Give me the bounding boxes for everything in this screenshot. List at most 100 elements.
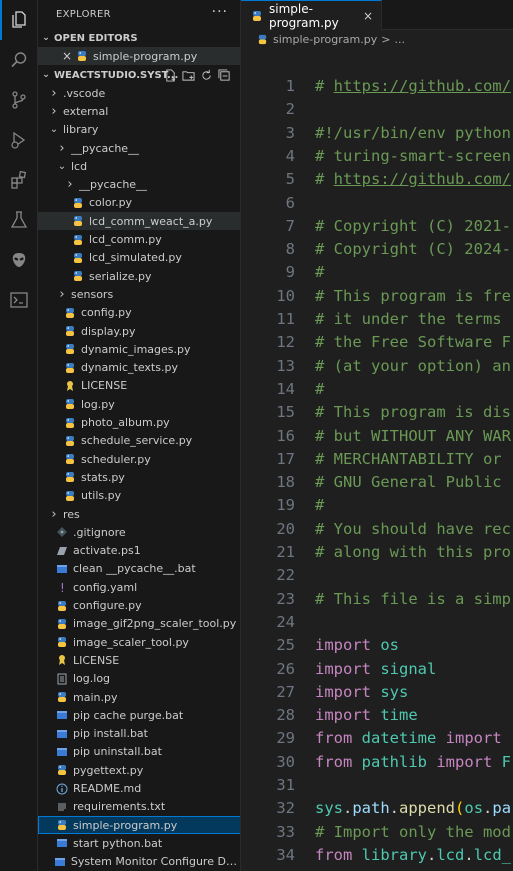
code-line: 12 # the Free Software F — [241, 331, 513, 354]
close-icon[interactable]: × — [62, 49, 76, 63]
powershell-icon — [56, 545, 68, 557]
tree-file[interactable]: log.py — [38, 395, 240, 413]
tree-file[interactable]: serialize.py — [38, 267, 240, 285]
extensions-icon[interactable] — [0, 160, 38, 200]
close-tab-icon[interactable]: × — [363, 9, 373, 23]
tree-file[interactable]: ! config.yaml — [38, 578, 240, 596]
tree-file[interactable]: clean __pycache__.bat — [38, 560, 240, 578]
tree-item-label: .gitignore — [73, 525, 126, 539]
tree-file[interactable]: LICENSE — [38, 377, 240, 395]
tree-file[interactable]: utils.py — [38, 487, 240, 505]
tree-file[interactable]: dynamic_texts.py — [38, 359, 240, 377]
chevron-down-icon: ⌄ — [42, 70, 50, 80]
refresh-icon[interactable] — [200, 69, 213, 82]
tree-file[interactable]: lcd_simulated.py — [38, 249, 240, 267]
tree-folder[interactable]: › external — [38, 102, 240, 120]
run-debug-icon[interactable] — [0, 120, 38, 160]
code-text: # This program is dis — [315, 401, 511, 424]
tree-folder[interactable]: › sensors — [38, 285, 240, 303]
tree-file[interactable]: pip uninstall.bat — [38, 743, 240, 761]
tree-file[interactable]: pygettext.py — [38, 761, 240, 779]
tree-file[interactable]: image_gif2png_scaler_tool.py — [38, 615, 240, 633]
open-editor-item[interactable]: × simple-program.py — [38, 47, 240, 66]
tree-file[interactable]: pip install.bat — [38, 725, 240, 743]
line-number: 32 — [276, 799, 295, 818]
tree-file[interactable]: color.py — [38, 194, 240, 212]
tree-file[interactable]: LICENSE — [38, 651, 240, 669]
code-text: import time — [315, 704, 418, 727]
code-line: 34 from library.lcd.lcd_ — [241, 844, 513, 867]
line-number: 21 — [276, 543, 295, 561]
code-token: path — [352, 799, 390, 818]
files-icon[interactable] — [0, 0, 38, 40]
tree-file[interactable]: photo_album.py — [38, 413, 240, 431]
svg-text:!: ! — [60, 581, 65, 593]
terminal-icon[interactable] — [0, 280, 38, 320]
tree-file[interactable]: dynamic_images.py — [38, 340, 240, 358]
log-file-icon — [56, 673, 68, 685]
tree-file[interactable]: schedule_service.py — [38, 432, 240, 450]
tree-file[interactable]: lcd_comm_weact_a.py — [38, 212, 240, 231]
tree-folder[interactable]: › .vscode — [38, 84, 240, 102]
python-file-icon — [64, 435, 76, 447]
search-icon[interactable] — [0, 40, 38, 80]
tree-file[interactable]: README.md — [38, 779, 240, 797]
breadcrumb-more[interactable]: ... — [394, 33, 405, 46]
line-number: 26 — [276, 659, 295, 678]
more-actions-icon[interactable]: ··· — [212, 4, 228, 20]
tree-file[interactable]: image_scaler_tool.py — [38, 633, 240, 651]
tree-file[interactable]: configure.py — [38, 596, 240, 614]
new-file-icon[interactable] — [164, 68, 177, 82]
tree-file[interactable]: stats.py — [38, 468, 240, 486]
license-icon — [64, 380, 76, 392]
testing-icon[interactable] — [0, 200, 38, 240]
tree-file[interactable]: scheduler.py — [38, 450, 240, 468]
source-control-icon[interactable] — [0, 80, 38, 120]
project-name: WEACTSTUDIO.SYST... — [54, 69, 179, 81]
tab-simple-program[interactable]: simple-program.py × — [241, 0, 382, 30]
editor-area: simple-program.py × simple-program.py > … — [241, 0, 513, 871]
collapse-all-icon[interactable] — [218, 68, 231, 82]
tree-file[interactable]: display.py — [38, 322, 240, 340]
python-file-icon — [72, 252, 84, 264]
code-token: pa — [492, 799, 512, 818]
tree-file[interactable]: lcd_comm.py — [38, 230, 240, 248]
license-icon — [56, 654, 68, 666]
tree-file[interactable]: config.py — [38, 304, 240, 322]
breadcrumb-file[interactable]: simple-program.py — [273, 33, 377, 46]
tree-file[interactable]: log.log — [38, 670, 240, 688]
tree-folder[interactable]: › res — [38, 505, 240, 523]
code-token: time — [380, 706, 418, 725]
tree-folder[interactable]: ⌄ lcd — [38, 157, 240, 175]
tree-item-label: main.py — [73, 690, 118, 704]
new-folder-icon[interactable] — [182, 69, 195, 82]
project-header[interactable]: ⌄ WEACTSTUDIO.SYST... — [38, 66, 240, 84]
code-text: # You should have rec — [315, 518, 511, 541]
tree-file[interactable]: .gitignore — [38, 523, 240, 541]
tree-folder[interactable]: › __pycache__ — [38, 176, 240, 194]
tree-folder[interactable]: › __pycache__ — [38, 139, 240, 157]
code-token: # but WITHOUT ANY WAR — [315, 426, 511, 445]
tree-file[interactable]: activate.ps1 — [38, 542, 240, 560]
chevron-down-icon: ⌄ — [49, 124, 59, 136]
tree-file[interactable]: requirements.txt — [38, 798, 240, 816]
tree-folder[interactable]: ⌄ library — [38, 121, 240, 139]
tree-item-label: schedule_service.py — [81, 434, 193, 448]
code-text: # (at your option) an — [315, 355, 511, 378]
tree-file[interactable]: System Monitor Configure Debug... — [38, 853, 240, 871]
code-token: # GNU General Public — [315, 473, 511, 492]
tree-file[interactable]: start python.bat — [38, 834, 240, 852]
chevron-right-icon: › — [51, 506, 57, 522]
tree-item-label: LICENSE — [73, 653, 120, 667]
code-token: sys — [380, 682, 409, 701]
python-file-icon — [64, 325, 76, 337]
tree-file[interactable]: simple-program.py — [38, 816, 240, 835]
tree-file[interactable]: pip cache purge.bat — [38, 706, 240, 724]
alien-icon[interactable] — [0, 240, 38, 280]
code-token: # along with this pro — [315, 543, 511, 561]
code-text: # the Free Software F — [315, 331, 511, 354]
tree-file[interactable]: main.py — [38, 688, 240, 706]
code-token: ( — [455, 799, 465, 818]
open-editors-header[interactable]: ⌄ OPEN EDITORS — [38, 29, 240, 47]
